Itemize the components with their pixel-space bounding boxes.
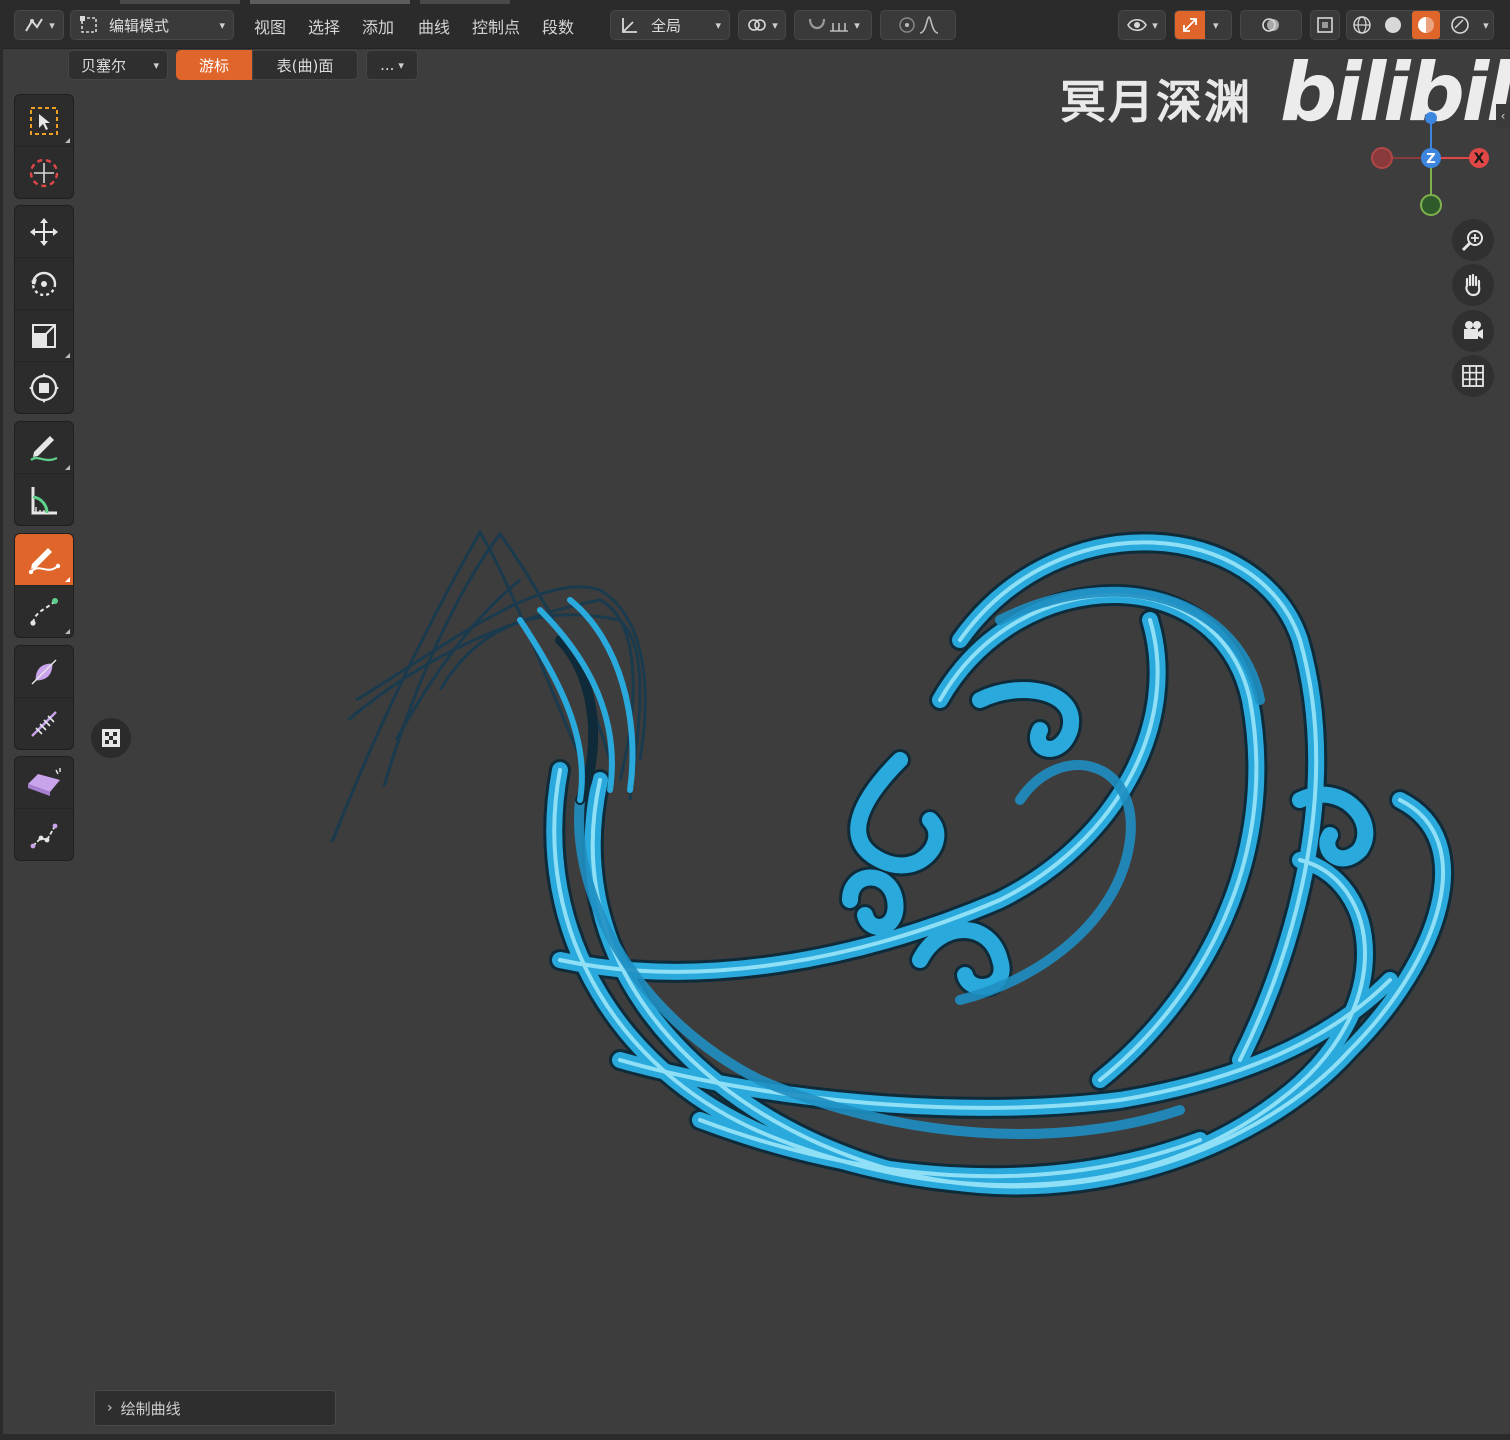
axis-z-label: Z — [1426, 152, 1435, 167]
axis-x-label: X — [1474, 151, 1485, 167]
camera-view-button[interactable] — [1452, 310, 1494, 352]
watermark-text: 冥月深渊 — [1060, 75, 1252, 129]
zoom-button[interactable] — [1452, 219, 1494, 261]
chevron-left-icon: ‹ — [1500, 109, 1506, 123]
status-bar — [0, 1434, 1510, 1440]
ortho-toggle-button[interactable] — [1452, 355, 1494, 397]
navigation-gizmo[interactable]: X Z — [1360, 104, 1500, 228]
zoom-icon — [1461, 230, 1483, 252]
wave-curve-body — [517, 531, 1455, 1198]
last-operator-panel[interactable]: › 绘制曲线 — [94, 1390, 336, 1426]
last-operator-label: 绘制曲线 — [120, 1399, 181, 1418]
camera-icon — [1464, 321, 1483, 339]
pan-button[interactable] — [1452, 264, 1494, 306]
viewport-canvas[interactable] — [0, 0, 1510, 1440]
axis-neg-z-handle — [1425, 112, 1437, 124]
axis-neg-y-handle — [1420, 194, 1442, 216]
hand-icon — [1465, 273, 1481, 297]
axis-neg-x-handle — [1371, 147, 1393, 169]
grid-icon — [1462, 365, 1484, 387]
chevron-right-icon: › — [107, 1400, 113, 1416]
sidebar-toggle[interactable]: ‹ — [1496, 104, 1510, 128]
